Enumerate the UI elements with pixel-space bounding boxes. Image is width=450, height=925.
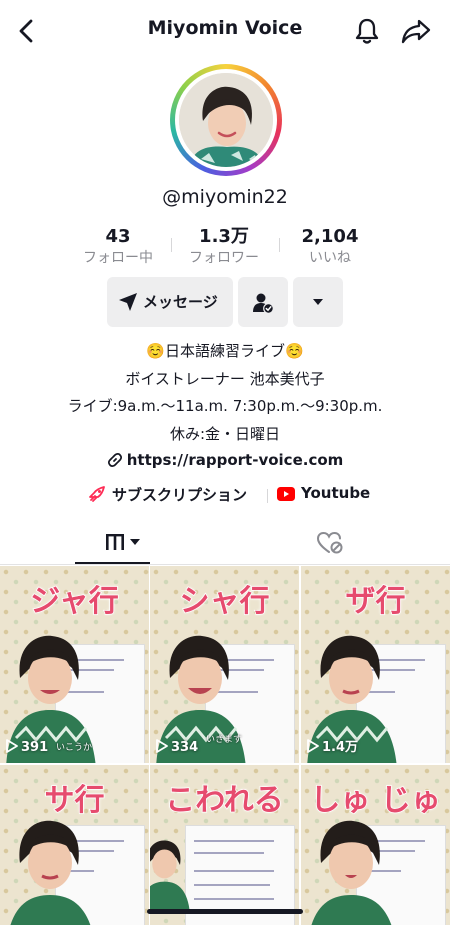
tab-videos[interactable] bbox=[75, 521, 150, 565]
divider bbox=[0, 564, 450, 565]
video-tile[interactable]: しゅ じゅ bbox=[301, 765, 450, 925]
divider bbox=[267, 489, 268, 503]
video-views: 334 bbox=[156, 739, 198, 755]
person-image bbox=[150, 840, 190, 914]
stat-likes[interactable]: 2,104 いいね bbox=[270, 226, 390, 268]
bio-line: ☺️日本語練習ライブ☺️ bbox=[146, 342, 304, 360]
caret-down-icon bbox=[130, 539, 140, 545]
stat-value: 2,104 bbox=[301, 226, 359, 247]
subscription-label: サブスクリプション bbox=[112, 486, 248, 504]
tab-liked[interactable] bbox=[316, 530, 344, 556]
stat-followers[interactable]: 1.3万 フォロワー bbox=[164, 226, 284, 268]
profile-extras: サブスクリプション Youtube bbox=[0, 484, 450, 508]
stat-value: 1.3万 bbox=[199, 226, 249, 247]
page-title: Miyomin Voice bbox=[147, 17, 303, 39]
content-tabs bbox=[0, 521, 450, 565]
avatar bbox=[179, 73, 273, 167]
message-button-label: メッセージ bbox=[143, 293, 218, 311]
video-overlay-text: いきます bbox=[206, 735, 243, 745]
person-image bbox=[311, 820, 392, 925]
bio-line: ライブ:9a.m.〜11a.m. 7:30p.m.〜9:30p.m. bbox=[67, 397, 383, 415]
youtube-link[interactable]: Youtube bbox=[277, 484, 370, 502]
share-arrow-icon[interactable] bbox=[400, 16, 432, 46]
grid-icon bbox=[106, 534, 124, 550]
video-tile[interactable]: こわれる bbox=[150, 765, 299, 925]
subscription-link[interactable]: サブスクリプション bbox=[88, 484, 247, 505]
video-grid: ジャ行 いこうか 391 シャ行 いきます 334 ザ行 1.4万 サ行 こわれ… bbox=[0, 566, 450, 925]
video-overlay-text: いこうか bbox=[56, 743, 93, 753]
stat-label: いいね bbox=[309, 250, 351, 266]
bio-link[interactable]: https://rapport-voice.com bbox=[0, 451, 450, 469]
subscription-icon bbox=[89, 486, 105, 502]
top-bar: Miyomin Voice bbox=[0, 0, 450, 62]
bio-line: ボイストレーナー 池本美代子 bbox=[125, 370, 325, 388]
stats-row: 43 フォロー中 1.3万 フォロワー 2,104 いいね bbox=[0, 226, 450, 270]
video-tile[interactable]: ジャ行 いこうか 391 bbox=[0, 566, 149, 763]
youtube-label: Youtube bbox=[301, 484, 371, 502]
video-tile[interactable]: ザ行 1.4万 bbox=[301, 566, 450, 763]
username: @miyomin22 bbox=[162, 186, 288, 208]
bio-link-text: https://rapport-voice.com bbox=[126, 451, 344, 469]
stat-following[interactable]: 43 フォロー中 bbox=[58, 226, 178, 268]
video-view-count: 1.4万 bbox=[322, 740, 359, 755]
video-tile[interactable]: サ行 bbox=[0, 765, 149, 925]
stat-value: 43 bbox=[105, 226, 131, 247]
play-icon bbox=[6, 739, 18, 753]
play-icon bbox=[156, 739, 168, 753]
video-caption: しゅ じゅ bbox=[310, 782, 442, 819]
video-views: 391 bbox=[6, 739, 48, 755]
person-image bbox=[10, 820, 91, 925]
home-indicator[interactable] bbox=[147, 909, 303, 914]
bell-icon[interactable] bbox=[352, 16, 382, 46]
person-check-icon bbox=[253, 293, 274, 314]
friend-status-button[interactable] bbox=[238, 277, 288, 327]
link-icon bbox=[107, 452, 122, 468]
video-tile[interactable]: シャ行 いきます 334 bbox=[150, 566, 299, 763]
message-button[interactable]: メッセージ bbox=[107, 277, 233, 327]
stat-label: フォロー中 bbox=[83, 250, 153, 266]
video-caption: ジャ行 bbox=[30, 583, 120, 620]
video-caption: こわれる bbox=[165, 782, 285, 819]
send-icon bbox=[119, 293, 137, 311]
more-options-button[interactable] bbox=[293, 277, 343, 327]
play-icon bbox=[307, 739, 319, 753]
video-caption: ザ行 bbox=[345, 583, 407, 620]
video-views: 1.4万 bbox=[307, 736, 358, 755]
video-view-count: 334 bbox=[171, 740, 199, 755]
bio-line: 休み:金・日曜日 bbox=[169, 425, 281, 443]
video-caption: サ行 bbox=[44, 782, 106, 819]
youtube-icon bbox=[277, 487, 295, 501]
caret-down-icon bbox=[313, 299, 323, 305]
stat-label: フォロワー bbox=[189, 250, 259, 266]
avatar-ring[interactable] bbox=[170, 64, 282, 176]
video-caption: シャ行 bbox=[179, 583, 271, 620]
liked-heart-icon bbox=[316, 531, 343, 554]
video-view-count: 391 bbox=[21, 740, 49, 755]
